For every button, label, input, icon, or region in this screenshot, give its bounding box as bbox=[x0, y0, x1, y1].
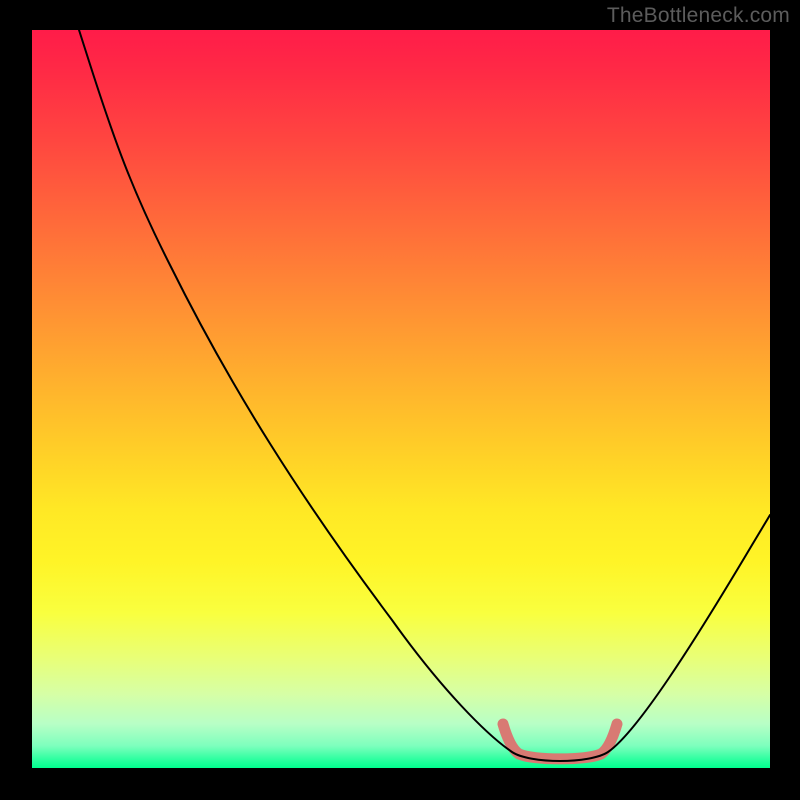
curve-svg bbox=[32, 30, 770, 768]
attribution-label: TheBottleneck.com bbox=[607, 4, 790, 28]
bottleneck-curve bbox=[79, 30, 770, 761]
chart-container: TheBottleneck.com bbox=[0, 0, 800, 800]
valley-accent-line bbox=[503, 724, 617, 759]
plot-area bbox=[32, 30, 770, 768]
